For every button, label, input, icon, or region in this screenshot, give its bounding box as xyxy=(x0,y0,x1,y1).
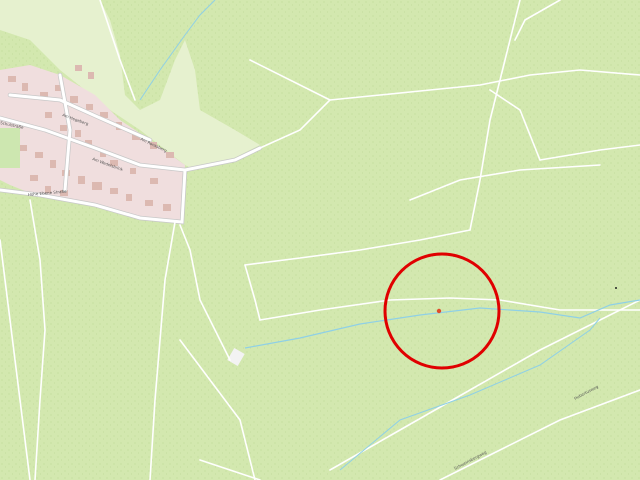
map-canvas[interactable]: Am Hegeberg Am Wedelsbrink Am Ronssberg … xyxy=(0,0,640,480)
sports-field xyxy=(0,128,20,168)
location-dot[interactable] xyxy=(436,308,442,314)
poi-dot xyxy=(615,287,617,289)
map-view[interactable]: Am Hegeberg Am Wedelsbrink Am Ronssberg … xyxy=(0,0,640,480)
